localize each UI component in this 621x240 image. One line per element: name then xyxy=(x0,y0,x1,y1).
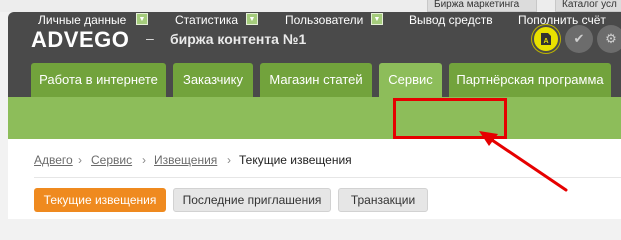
annotation-arrow xyxy=(479,131,568,192)
